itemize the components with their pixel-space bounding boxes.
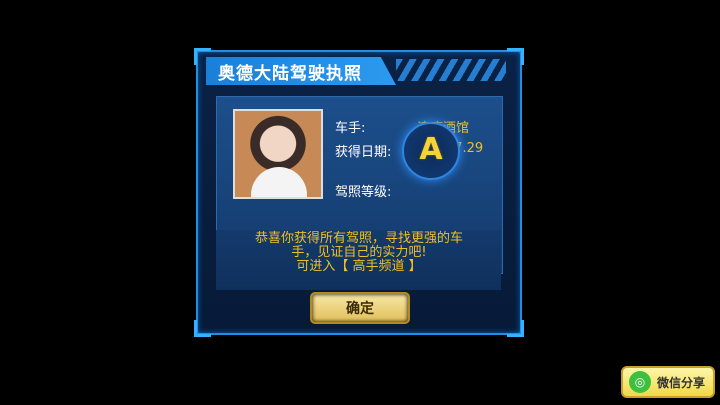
photo-shirt bbox=[251, 167, 307, 197]
grade-badge: A bbox=[402, 122, 460, 180]
driver-label: 车手: bbox=[335, 121, 366, 136]
confirm-button[interactable]: 确定 bbox=[310, 292, 410, 324]
license-dialog: 奥德大陆驾驶执照 车手: 浪瘾酒馆 获得日期: 2017.7.29 驾照等级: … bbox=[194, 48, 524, 337]
frame-corner bbox=[507, 48, 524, 65]
grade-label: 驾照等级: bbox=[335, 185, 392, 200]
wechat-share-button[interactable]: ◎ 微信分享 bbox=[621, 366, 715, 398]
congrats-message: 恭喜你获得所有驾照，寻找更强的车手，见证自己的实力吧! 可进入【 高手频道 】 bbox=[254, 232, 464, 274]
message-text: 恭喜你获得所有驾照，寻找更强的车手，见证自己的实力吧! bbox=[254, 231, 463, 260]
frame-corner bbox=[194, 320, 211, 337]
frame-corner bbox=[507, 320, 524, 337]
grade-value: A bbox=[419, 132, 443, 167]
message-cta: 可进入【 高手频道 】 bbox=[296, 259, 422, 274]
wechat-share-label: 微信分享 bbox=[657, 375, 706, 390]
driver-photo bbox=[233, 109, 323, 199]
date-label: 获得日期: bbox=[335, 145, 392, 160]
wechat-icon: ◎ bbox=[629, 371, 651, 393]
title-stripes bbox=[396, 59, 506, 81]
dialog-title: 奥德大陆驾驶执照 bbox=[218, 64, 362, 84]
